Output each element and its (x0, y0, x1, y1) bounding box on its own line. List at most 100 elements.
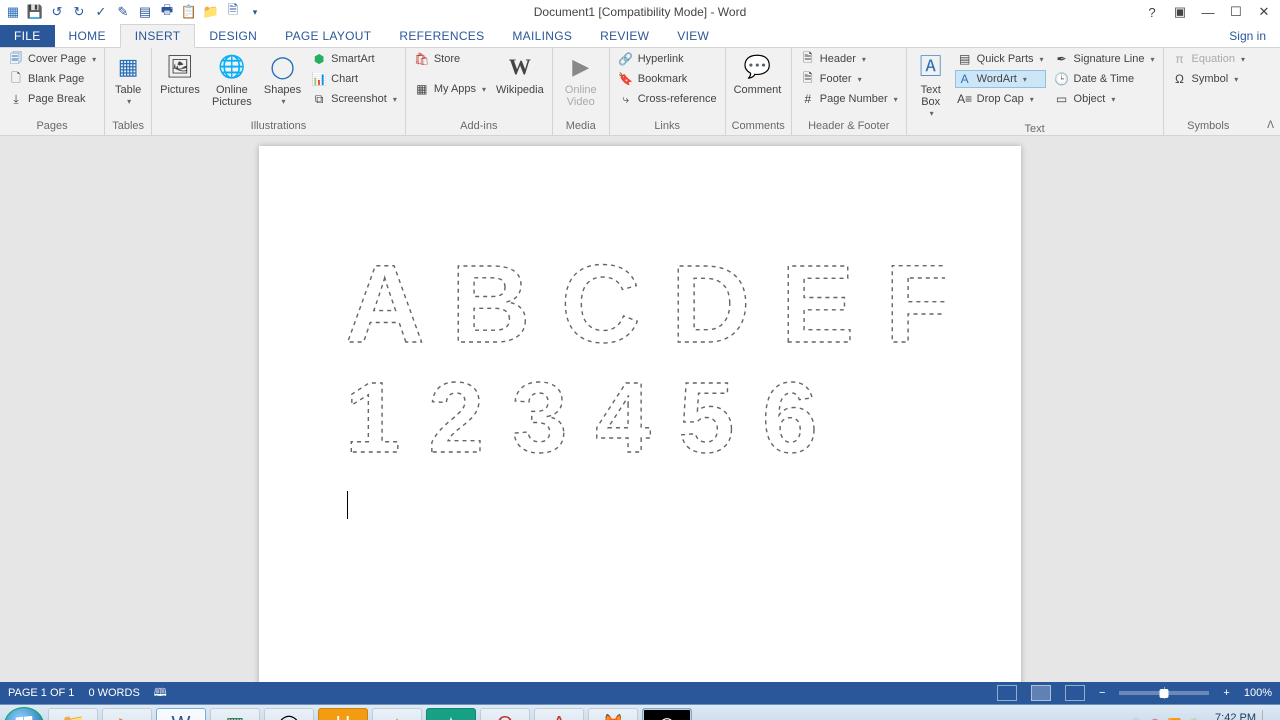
maximize-icon[interactable]: ☐ (1226, 4, 1246, 20)
page-indicator[interactable]: PAGE 1 OF 1 (8, 687, 74, 699)
taskbar-explorer-icon[interactable]: 📁 (48, 708, 98, 720)
taskbar-word-icon[interactable]: W (156, 708, 206, 720)
signature-line-button[interactable]: ✒Signature Line (1052, 50, 1157, 68)
bookmark-button[interactable]: 🔖Bookmark (616, 70, 719, 88)
sign-in-link[interactable]: Sign in (1215, 25, 1280, 47)
object-button[interactable]: ▭Object (1052, 90, 1157, 108)
tab-references[interactable]: REFERENCES (385, 25, 498, 47)
online-video-button[interactable]: ▶Online Video (559, 50, 603, 110)
word-app-icon[interactable]: ▦ (4, 3, 22, 21)
zoom-in-icon[interactable]: + (1223, 687, 1229, 699)
tab-page-layout[interactable]: PAGE LAYOUT (271, 25, 385, 47)
redo-icon[interactable]: ↻ (70, 3, 88, 21)
table-icon: ▦ (113, 52, 143, 82)
chart-button[interactable]: 📊Chart (309, 70, 399, 88)
close-icon[interactable]: ✕ (1254, 4, 1274, 20)
screenshot-button[interactable]: ⧉Screenshot (309, 90, 399, 108)
text-box-button[interactable]: 🄰Text Box (913, 50, 949, 121)
table-button[interactable]: ▦ Table (111, 50, 145, 109)
tab-view[interactable]: VIEW (663, 25, 723, 47)
qat-item-icon[interactable]: 🖶 (158, 3, 176, 21)
tab-home[interactable]: HOME (55, 25, 120, 47)
footer-button[interactable]: 🗎Footer (798, 70, 900, 88)
zoom-slider[interactable] (1119, 691, 1209, 695)
read-mode-icon[interactable] (997, 685, 1017, 701)
tray-clock[interactable]: 7:42 PM 5/24/2018 (1207, 712, 1256, 720)
header-button[interactable]: 🗎Header (798, 50, 900, 68)
header-icon: 🗎 (800, 51, 816, 67)
group-comments: 💬Comment Comments (726, 48, 792, 135)
tab-insert[interactable]: INSERT (120, 24, 196, 48)
qat-item-icon[interactable]: ▤ (136, 3, 154, 21)
tab-review[interactable]: REVIEW (586, 25, 663, 47)
svg-text:A B C D E F: A B C D E F (345, 243, 945, 366)
store-icon: 🛍 (414, 51, 430, 67)
taskbar-camera-icon[interactable]: ◎ (642, 708, 692, 720)
document-page[interactable]: A B C D E F 1 2 3 4 5 6 (259, 146, 1021, 682)
blank-page-button[interactable]: 🗋Blank Page (6, 70, 98, 88)
group-header-footer: 🗎Header 🗎Footer #Page Number Header & Fo… (792, 48, 907, 135)
wikipedia-icon: W (505, 52, 535, 82)
cover-page-button[interactable]: 🗐Cover Page (6, 50, 98, 68)
show-desktop-button[interactable] (1262, 710, 1270, 720)
smartart-icon: ⬢ (311, 51, 327, 67)
drop-cap-button[interactable]: A≡Drop Cap (955, 90, 1046, 108)
taskbar-chrome-icon[interactable]: ◯ (264, 708, 314, 720)
group-label: Add-ins (412, 118, 546, 135)
tab-mailings[interactable]: MAILINGS (498, 25, 586, 47)
cross-reference-button[interactable]: ⤷Cross-reference (616, 90, 719, 108)
qat-item-icon[interactable]: ✓ (92, 3, 110, 21)
document-workspace[interactable]: A B C D E F 1 2 3 4 5 6 (0, 136, 1280, 682)
page-number-button[interactable]: #Page Number (798, 90, 900, 108)
taskbar-media-player-icon[interactable]: ▶ (102, 708, 152, 720)
quick-parts-button[interactable]: ▤Quick Parts (955, 50, 1046, 68)
taskbar-adobe-icon[interactable]: A (534, 708, 584, 720)
tab-file[interactable]: FILE (0, 25, 55, 47)
store-button[interactable]: 🛍Store (412, 50, 488, 68)
help-icon[interactable]: ? (1142, 5, 1162, 20)
hyperlink-button[interactable]: 🔗Hyperlink (616, 50, 719, 68)
tab-design[interactable]: DESIGN (195, 25, 271, 47)
undo-icon[interactable]: ↺ (48, 3, 66, 21)
qat-item-icon[interactable]: ✎ (114, 3, 132, 21)
ribbon-display-icon[interactable]: ▣ (1170, 4, 1190, 20)
collapse-ribbon-icon[interactable]: ᐱ (1267, 120, 1274, 131)
smartart-button[interactable]: ⬢SmartArt (309, 50, 399, 68)
zoom-level[interactable]: 100% (1244, 687, 1272, 699)
wikipedia-button[interactable]: WWikipedia (494, 50, 546, 98)
text-box-icon: 🄰 (916, 52, 946, 82)
comment-icon: 💬 (742, 52, 772, 82)
shapes-button[interactable]: ◯Shapes (262, 50, 303, 109)
online-pictures-button[interactable]: 🌐Online Pictures (208, 50, 256, 110)
group-addins: 🛍Store ▦My Apps WWikipedia Add-ins (406, 48, 553, 135)
equation-button[interactable]: πEquation (1170, 50, 1247, 68)
minimize-icon[interactable]: — (1198, 5, 1218, 20)
qat-customize-icon[interactable]: ▾ (246, 3, 264, 21)
qat-item-icon[interactable]: 📁 (202, 3, 220, 21)
wordart-button[interactable]: AWordArt (955, 70, 1046, 88)
shapes-icon: ◯ (268, 52, 298, 82)
page-break-button[interactable]: ⤓Page Break (6, 90, 98, 108)
my-apps-button[interactable]: ▦My Apps (412, 80, 488, 98)
taskbar-uc-icon[interactable]: U (318, 708, 368, 720)
word-count[interactable]: 0 WORDS (88, 687, 139, 699)
group-label: Media (559, 118, 603, 135)
pictures-button[interactable]: 🖼Pictures (158, 50, 202, 98)
qat-item-icon[interactable]: 📋 (180, 3, 198, 21)
proofing-icon[interactable]: 🕮 (154, 684, 167, 703)
group-label: Tables (111, 118, 145, 135)
taskbar-firefox-icon[interactable]: 🦊 (588, 708, 638, 720)
comment-button[interactable]: 💬Comment (732, 50, 784, 98)
taskbar-app-icon[interactable]: ✦ (426, 708, 476, 720)
zoom-out-icon[interactable]: − (1099, 687, 1105, 699)
web-layout-icon[interactable] (1065, 685, 1085, 701)
print-layout-icon[interactable] (1031, 685, 1051, 701)
start-button[interactable] (4, 707, 44, 720)
new-doc-icon[interactable]: 🗎 (224, 3, 242, 21)
taskbar-excel-icon[interactable]: ▦ (210, 708, 260, 720)
date-time-button[interactable]: 🕒Date & Time (1052, 70, 1157, 88)
taskbar-vlc-icon[interactable]: ▲ (372, 708, 422, 720)
taskbar-opera-icon[interactable]: O (480, 708, 530, 720)
save-icon[interactable]: 💾 (26, 3, 44, 21)
symbol-button[interactable]: ΩSymbol (1170, 70, 1247, 88)
